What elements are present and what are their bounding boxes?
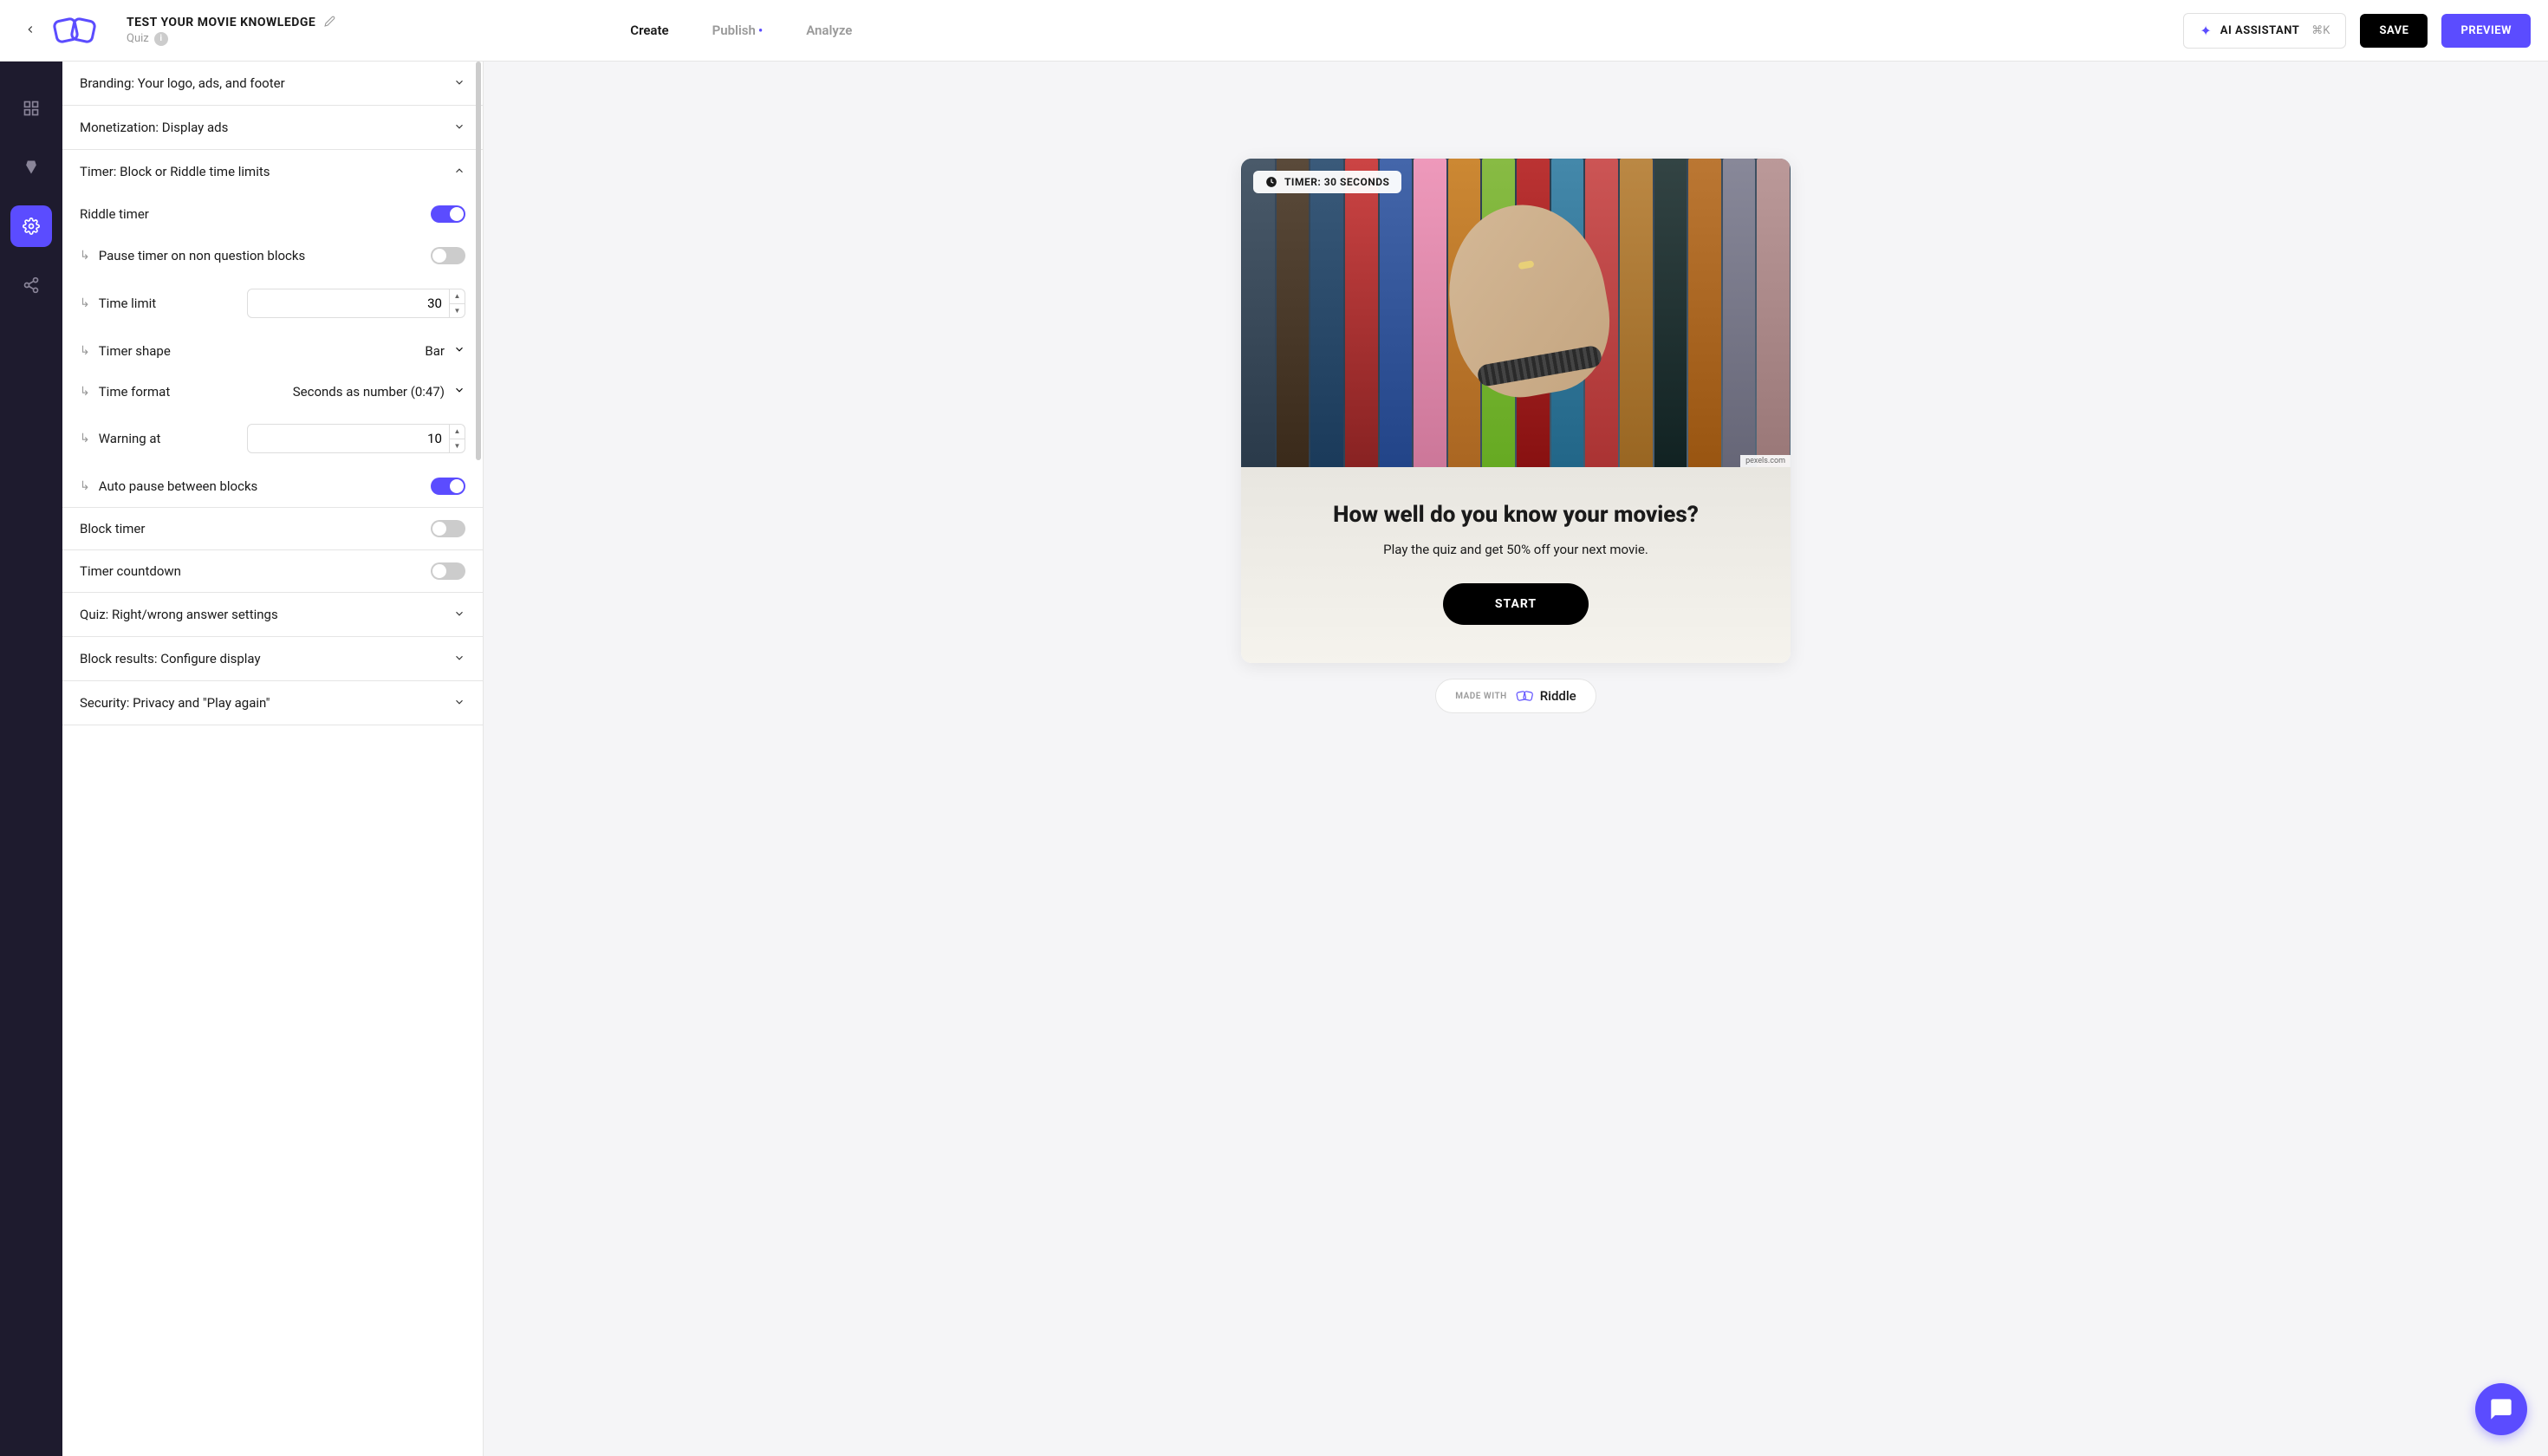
stepper-up-icon[interactable]: ▲ [450, 425, 465, 439]
riddle-brand-text: Riddle [1540, 688, 1576, 704]
nav-tabs: Create Publish• Analyze [630, 23, 852, 38]
chevron-down-icon [453, 652, 465, 666]
made-with-label: MADE WITH [1455, 692, 1506, 701]
chevron-down-icon [453, 696, 465, 711]
accordion-security[interactable]: Security: Privacy and "Play again" [62, 681, 483, 725]
chevron-down-icon [453, 608, 465, 622]
sub-arrow-icon: ↳ [80, 385, 90, 399]
chevron-up-icon [453, 165, 465, 179]
time-limit-label: Time limit [99, 296, 156, 311]
ai-assistant-button[interactable]: ✦ AI ASSISTANT ⌘K [2183, 13, 2346, 49]
page-subtitle: Quiz [127, 32, 149, 45]
timer-chip: TIMER: 30 SECONDS [1253, 171, 1401, 193]
quiz-headline: How well do you know your movies? [1267, 502, 1765, 528]
stepper-down-icon[interactable]: ▼ [450, 439, 465, 453]
rail-design-icon[interactable] [10, 146, 52, 188]
warning-at-input[interactable]: ▲▼ [247, 424, 465, 453]
chat-fab[interactable] [2475, 1383, 2527, 1435]
accordion-branding[interactable]: Branding: Your logo, ads, and footer [62, 62, 483, 105]
accordion-block-results[interactable]: Block results: Configure display [62, 637, 483, 680]
sub-arrow-icon: ↳ [80, 249, 90, 263]
start-button[interactable]: START [1443, 583, 1589, 625]
back-button[interactable] [17, 15, 43, 47]
app-header: TEST YOUR MOVIE KNOWLEDGE Quiz i Create … [0, 0, 2548, 62]
sparkle-icon: ✦ [2200, 23, 2211, 39]
accordion-monetization[interactable]: Monetization: Display ads [62, 106, 483, 149]
title-area: TEST YOUR MOVIE KNOWLEDGE Quiz i [127, 16, 335, 46]
sub-arrow-icon: ↳ [80, 432, 90, 445]
block-timer-label: Block timer [80, 521, 145, 536]
sub-arrow-icon: ↳ [80, 479, 90, 493]
save-button[interactable]: SAVE [2360, 14, 2428, 48]
timer-countdown-label: Timer countdown [80, 563, 181, 579]
ai-assistant-label: AI ASSISTANT [2220, 24, 2299, 37]
riddle-logo-icon [1516, 689, 1535, 703]
timer-countdown-toggle[interactable] [431, 562, 465, 580]
timer-chip-text: TIMER: 30 SECONDS [1284, 176, 1389, 188]
ai-shortcut: ⌘K [2311, 24, 2330, 37]
stepper-down-icon[interactable]: ▼ [450, 304, 465, 318]
chevron-down-icon [453, 120, 465, 135]
image-credit: pexels.com [1740, 455, 1791, 467]
riddle-timer-toggle[interactable] [431, 205, 465, 223]
riddle-timer-label: Riddle timer [80, 206, 149, 222]
preview-area: TIMER: 30 SECONDS pexels.com How well do… [484, 62, 2548, 1456]
quiz-subtext: Play the quiz and get 50% off your next … [1267, 542, 1765, 557]
accordion-timer[interactable]: Timer: Block or Riddle time limits [62, 150, 483, 193]
pause-timer-label: Pause timer on non question blocks [99, 248, 306, 263]
timer-shape-select[interactable]: Bar [425, 342, 465, 359]
time-limit-input[interactable]: ▲▼ [247, 289, 465, 318]
auto-pause-label: Auto pause between blocks [99, 478, 258, 494]
tab-publish[interactable]: Publish• [712, 23, 764, 38]
stepper-up-icon[interactable]: ▲ [450, 289, 465, 304]
page-title: TEST YOUR MOVIE KNOWLEDGE [127, 16, 315, 29]
tab-analyze[interactable]: Analyze [806, 23, 852, 38]
block-timer-toggle[interactable] [431, 520, 465, 537]
quiz-card: TIMER: 30 SECONDS pexels.com How well do… [1241, 159, 1791, 663]
timer-shape-label: Timer shape [99, 343, 171, 359]
chat-icon [2489, 1397, 2513, 1421]
chevron-down-icon [453, 383, 465, 400]
scrollbar[interactable] [474, 62, 481, 725]
auto-pause-toggle[interactable] [431, 478, 465, 495]
time-format-select[interactable]: Seconds as number (0:47) [293, 383, 465, 400]
made-with-badge[interactable]: MADE WITH Riddle [1435, 679, 1596, 713]
chevron-down-icon [453, 342, 465, 359]
pause-timer-toggle[interactable] [431, 247, 465, 264]
tab-create[interactable]: Create [630, 23, 668, 38]
rail-share-icon[interactable] [10, 264, 52, 306]
sidebar-rail [0, 62, 62, 1456]
sub-arrow-icon: ↳ [80, 344, 90, 358]
settings-panel: Branding: Your logo, ads, and footer Mon… [62, 62, 484, 1456]
chevron-down-icon [453, 76, 465, 91]
warning-at-label: Warning at [99, 431, 161, 446]
sub-arrow-icon: ↳ [80, 296, 90, 310]
app-logo[interactable] [52, 13, 101, 48]
preview-button[interactable]: PREVIEW [2441, 14, 2531, 48]
clock-icon [1265, 176, 1277, 188]
info-icon[interactable]: i [154, 32, 168, 46]
rail-settings-icon[interactable] [10, 205, 52, 247]
edit-title-icon[interactable] [324, 16, 335, 30]
quiz-hero-image: TIMER: 30 SECONDS pexels.com [1241, 159, 1791, 467]
rail-blocks-icon[interactable] [10, 88, 52, 129]
accordion-quiz[interactable]: Quiz: Right/wrong answer settings [62, 593, 483, 636]
time-format-label: Time format [99, 384, 171, 400]
